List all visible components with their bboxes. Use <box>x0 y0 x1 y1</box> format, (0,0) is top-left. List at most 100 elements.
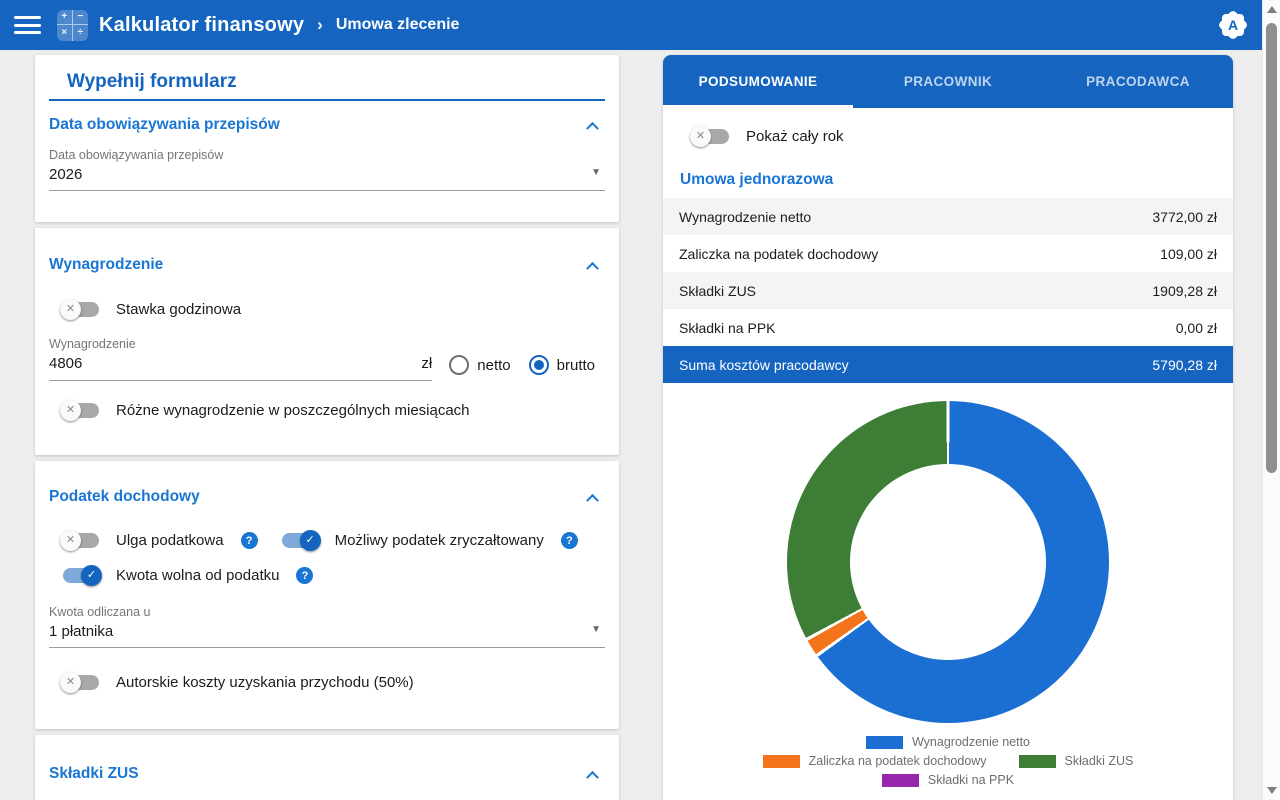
form-column: Wypełnij formularz Data obowiązywania pr… <box>35 55 619 800</box>
scroll-up-arrow-icon[interactable] <box>1267 6 1277 13</box>
toggle-thumb-cross-icon <box>60 672 81 693</box>
chevron-up-icon[interactable] <box>586 121 599 134</box>
card-income-tax: Podatek dochodowy Ulga podatkowa Możliwy… <box>35 461 619 729</box>
section-header-zus[interactable]: Składki ZUS <box>49 765 605 783</box>
tab-podsumowanie[interactable]: PODSUMOWANIE <box>663 55 853 108</box>
netto-radio[interactable] <box>449 355 469 375</box>
dropdown-arrow-icon[interactable] <box>591 167 601 178</box>
section-title: Data obowiązywania przepisów <box>49 116 280 134</box>
legend-item[interactable]: Wynagrodzenie netto <box>866 735 1030 749</box>
help-icon[interactable] <box>561 532 578 549</box>
field-value: 2026 <box>49 166 605 183</box>
toggle-label: Ulga podatkowa <box>116 532 224 549</box>
legend-swatch <box>763 755 800 768</box>
section-header-regulations[interactable]: Data obowiązywania przepisów <box>49 116 605 134</box>
legend-swatch <box>882 774 919 787</box>
flat-tax-row: Możliwy podatek zryczałtowany <box>282 532 578 549</box>
toggle-thumb-cross-icon <box>60 299 81 320</box>
row-value: 109,00 zł <box>1160 246 1217 262</box>
legend-item[interactable]: Składki na PPK <box>882 773 1014 787</box>
scrollbar-thumb[interactable] <box>1266 23 1277 473</box>
table-row: Składki ZUS 1909,28 zł <box>663 272 1233 309</box>
hourly-rate-toggle[interactable] <box>63 302 99 317</box>
field-label: Data obowiązywania przepisów <box>49 148 605 162</box>
donut-chart <box>787 401 1109 723</box>
toggle-label: Stawka godzinowa <box>116 301 241 318</box>
free-amount-toggle[interactable] <box>63 568 99 583</box>
row-value: 5790,28 zł <box>1152 357 1217 373</box>
field-label: Kwota odliczana u <box>49 605 605 619</box>
summary-column: PODSUMOWANIE PRACOWNIK PRACODAWCA Pokaż … <box>663 55 1233 800</box>
tab-pracownik[interactable]: PRACOWNIK <box>853 55 1043 108</box>
section-title: Składki ZUS <box>49 765 139 783</box>
legend-item[interactable]: Składki ZUS <box>1019 754 1134 768</box>
app-title: Kalkulator finansowy <box>99 14 304 37</box>
toggle-thumb-check-icon <box>81 565 102 586</box>
monthly-variation-row: Różne wynagrodzenie w poszczególnych mie… <box>63 402 605 419</box>
vertical-scrollbar[interactable] <box>1262 0 1280 800</box>
toggle-thumb-check-icon <box>300 530 321 551</box>
legend-label: Składki na PPK <box>928 773 1014 787</box>
author-costs-toggle[interactable] <box>63 675 99 690</box>
chart-legend: Wynagrodzenie netto Zaliczka na podatek … <box>663 735 1233 787</box>
tax-relief-toggle[interactable] <box>63 533 99 548</box>
legend-swatch <box>1019 755 1056 768</box>
flat-tax-toggle[interactable] <box>282 533 318 548</box>
section-header-tax[interactable]: Podatek dochodowy <box>49 488 605 506</box>
toggle-thumb-cross-icon <box>60 530 81 551</box>
netto-label: netto <box>477 357 510 374</box>
toggle-label: Różne wynagrodzenie w poszczególnych mie… <box>116 402 470 419</box>
toggle-label: Możliwy podatek zryczałtowany <box>335 532 544 549</box>
main-content: +−×÷ Kalkulator finansowy › Umowa zlecen… <box>0 0 1262 800</box>
tab-pracodawca[interactable]: PRACODAWCA <box>1043 55 1233 108</box>
regulation-date-select[interactable]: Data obowiązywania przepisów 2026 <box>49 148 605 191</box>
section-header-salary[interactable]: Wynagrodzenie <box>49 256 605 274</box>
row-value: 3772,00 zł <box>1152 209 1217 225</box>
card-regulations: Wypełnij formularz Data obowiązywania pr… <box>35 55 619 222</box>
card-salary: Wynagrodzenie Stawka godzinowa Wynagrodz… <box>35 228 619 455</box>
chevron-up-icon[interactable] <box>586 770 599 783</box>
breadcrumb: Umowa zlecenie <box>336 16 460 34</box>
app-bar: +−×÷ Kalkulator finansowy › Umowa zlecen… <box>0 0 1262 50</box>
help-icon[interactable] <box>241 532 258 549</box>
toggle-thumb-cross-icon <box>60 400 81 421</box>
hourly-rate-row: Stawka godzinowa <box>63 301 605 318</box>
wage-row: Wynagrodzenie zł netto brutto <box>49 337 605 381</box>
section-title: Podatek dochodowy <box>49 488 200 506</box>
monthly-variation-toggle[interactable] <box>63 403 99 418</box>
table-row: Składki na PPK 0,00 zł <box>663 309 1233 346</box>
calculator-app-icon: +−×÷ <box>57 10 88 41</box>
field-label: Wynagrodzenie <box>49 337 432 351</box>
wage-input[interactable] <box>49 355 299 372</box>
help-icon[interactable] <box>296 567 313 584</box>
row-label: Zaliczka na podatek dochodowy <box>679 246 878 262</box>
tax-relief-row: Ulga podatkowa <box>63 532 258 549</box>
toggle-label: Pokaż cały rok <box>746 128 844 145</box>
summary-tabs: PODSUMOWANIE PRACOWNIK PRACODAWCA <box>663 55 1233 108</box>
row-label: Suma kosztów pracodawcy <box>679 357 849 373</box>
legend-label: Składki ZUS <box>1065 754 1134 768</box>
deducted-at-select[interactable]: Kwota odliczana u 1 płatnika <box>49 605 605 648</box>
chevron-up-icon[interactable] <box>586 261 599 274</box>
field-value: 1 płatnika <box>49 623 605 640</box>
legend-swatch <box>866 736 903 749</box>
currency-suffix: zł <box>421 355 432 372</box>
full-year-toggle[interactable] <box>693 129 729 144</box>
menu-icon[interactable] <box>14 16 41 34</box>
scroll-down-arrow-icon[interactable] <box>1267 787 1277 794</box>
row-label: Składki na PPK <box>679 320 776 336</box>
legend-item[interactable]: Zaliczka na podatek dochodowy <box>763 754 987 768</box>
breadcrumb-separator-icon: › <box>317 15 323 35</box>
legend-label: Zaliczka na podatek dochodowy <box>809 754 987 768</box>
brutto-radio[interactable] <box>529 355 549 375</box>
table-row-total: Suma kosztów pracodawcy 5790,28 zł <box>663 346 1233 383</box>
chevron-up-icon[interactable] <box>586 493 599 506</box>
font-size-badge-icon[interactable]: A <box>1218 10 1248 40</box>
full-year-row: Pokaż cały rok <box>693 108 1233 145</box>
dropdown-arrow-icon[interactable] <box>591 624 601 635</box>
title-underline <box>49 99 605 101</box>
app-window: +−×÷ Kalkulator finansowy › Umowa zlecen… <box>0 0 1280 800</box>
table-row: Zaliczka na podatek dochodowy 109,00 zł <box>663 235 1233 272</box>
legend-label: Wynagrodzenie netto <box>912 735 1030 749</box>
free-amount-row: Kwota wolna od podatku <box>63 567 605 584</box>
